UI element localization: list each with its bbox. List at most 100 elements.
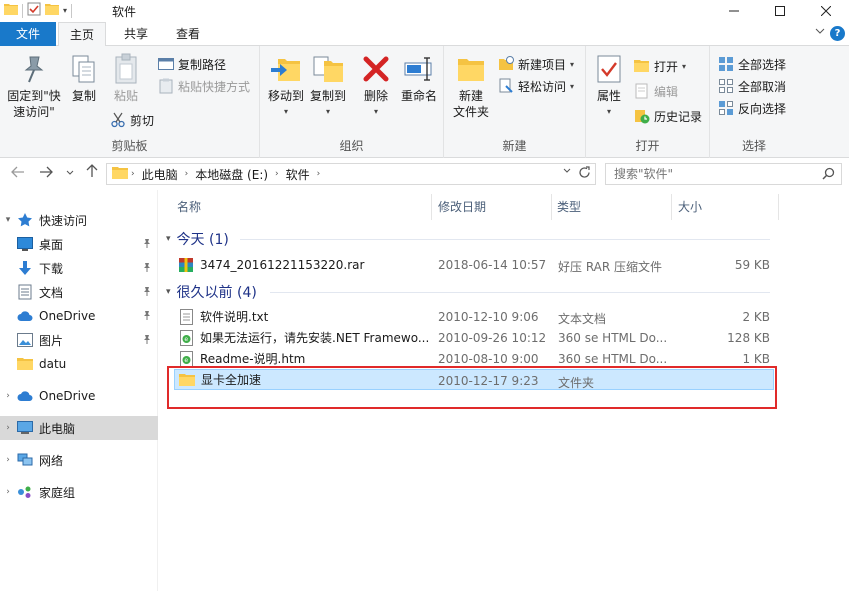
- file-size: 59 KB: [734, 258, 770, 272]
- search-input[interactable]: [606, 164, 806, 184]
- cut-button[interactable]: 剪切: [110, 110, 154, 130]
- copy-to-button[interactable]: 复制到 ▾: [308, 52, 348, 120]
- refresh-button[interactable]: [578, 166, 591, 183]
- easy-access-button[interactable]: 轻松访问 ▾: [498, 76, 574, 96]
- open-group-label: 打开: [635, 139, 660, 153]
- up-button[interactable]: [82, 164, 102, 184]
- nav-item-quick-access[interactable]: ▾ 快速访问: [0, 208, 158, 232]
- group-header-long-ago[interactable]: ▾ 很久以前 (4): [166, 282, 257, 302]
- breadcrumb-separator[interactable]: ›: [272, 169, 282, 179]
- history-button[interactable]: 历史记录: [634, 106, 702, 126]
- nav-item-downloads[interactable]: 下载: [0, 256, 158, 280]
- nav-item-datu[interactable]: datu: [0, 352, 158, 376]
- column-headers: 名称 修改日期 类型 大小: [160, 190, 849, 222]
- file-row-txt[interactable]: 软件说明.txt 2010-12-10 9:06 文本文档 2 KB: [174, 306, 774, 327]
- delete-button[interactable]: 删除 ▾: [358, 52, 394, 120]
- nav-item-network[interactable]: › 网络: [0, 448, 158, 472]
- search-box[interactable]: [605, 163, 842, 185]
- new-folder-icon[interactable]: [45, 3, 59, 18]
- breadcrumb-software[interactable]: 软件: [282, 166, 314, 183]
- open-button[interactable]: 打开 ▾: [634, 56, 686, 76]
- nav-item-desktop[interactable]: 桌面: [0, 232, 158, 256]
- edit-button[interactable]: 编辑: [634, 81, 678, 101]
- nav-item-this-pc[interactable]: › 此电脑: [0, 416, 158, 440]
- tab-share[interactable]: 共享: [114, 22, 158, 46]
- minimize-button[interactable]: [711, 0, 757, 22]
- folder-icon: [112, 166, 128, 183]
- invert-selection-button[interactable]: 反向选择: [718, 98, 786, 118]
- search-icon[interactable]: [822, 167, 835, 183]
- breadcrumb-this-pc[interactable]: 此电脑: [138, 166, 182, 183]
- file-row-rar[interactable]: 3474_20161221153220.rar 2018-06-14 10:57…: [174, 254, 774, 275]
- close-button[interactable]: [803, 0, 849, 22]
- folder-icon: [4, 3, 18, 18]
- quick-access-toolbar: ▾: [4, 2, 73, 19]
- column-divider[interactable]: [778, 194, 779, 220]
- select-none-button[interactable]: 全部取消: [718, 76, 786, 96]
- move-to-button[interactable]: 移动到 ▾: [266, 52, 306, 120]
- download-icon: [16, 260, 34, 276]
- breadcrumb-separator[interactable]: ›: [128, 169, 138, 179]
- column-size[interactable]: 大小: [678, 198, 702, 215]
- copy-path-button[interactable]: 复制路径: [158, 54, 226, 74]
- chevron-right-icon[interactable]: ›: [0, 391, 16, 401]
- group-header-today[interactable]: ▾ 今天 (1): [166, 229, 229, 249]
- nav-item-documents[interactable]: 文档: [0, 280, 158, 304]
- nav-item-onedrive-quick[interactable]: OneDrive: [0, 304, 158, 328]
- chevron-right-icon[interactable]: ›: [0, 423, 16, 433]
- select-all-button[interactable]: 全部选择: [718, 54, 786, 74]
- onedrive-cloud-icon: [16, 388, 34, 404]
- pin-icon[interactable]: [142, 238, 152, 251]
- delete-dropdown-icon: ▾: [373, 107, 378, 116]
- breadcrumb-separator[interactable]: ›: [314, 169, 324, 179]
- breadcrumb-separator[interactable]: ›: [182, 169, 192, 179]
- copy-button[interactable]: 复制: [66, 52, 102, 104]
- maximize-button[interactable]: [757, 0, 803, 22]
- nav-item-onedrive[interactable]: › OneDrive: [0, 384, 158, 408]
- nav-item-homegroup[interactable]: › 家庭组: [0, 480, 158, 504]
- qat-dropdown-icon[interactable]: ▾: [63, 6, 67, 15]
- pin-icon[interactable]: [142, 262, 152, 275]
- tab-home[interactable]: 主页: [58, 22, 106, 47]
- chevron-down-icon[interactable]: [815, 27, 825, 38]
- pin-icon[interactable]: [142, 310, 152, 323]
- paste-button[interactable]: 粘贴: [106, 52, 146, 104]
- column-divider[interactable]: [431, 194, 432, 220]
- new-folder-button[interactable]: 新建 文件夹: [450, 52, 492, 120]
- network-icon: [16, 452, 34, 468]
- properties-icon[interactable]: [27, 2, 41, 19]
- chevron-down-icon[interactable]: ▾: [0, 215, 16, 225]
- chevron-right-icon[interactable]: ›: [0, 487, 16, 497]
- file-row-html[interactable]: e 如果无法运行，请先安装.NET Framewo... 2010-09-26 …: [174, 327, 774, 348]
- new-item-button[interactable]: 新建项目 ▾: [498, 54, 574, 74]
- tab-view[interactable]: 查看: [166, 22, 210, 46]
- column-name[interactable]: 名称: [177, 198, 201, 215]
- pin-quick-access-button[interactable]: 固定到"快 速访问": [4, 52, 64, 120]
- column-divider[interactable]: [671, 194, 672, 220]
- chevron-right-icon[interactable]: ›: [0, 455, 16, 465]
- column-date[interactable]: 修改日期: [438, 198, 486, 215]
- chevron-down-icon[interactable]: ▾: [166, 287, 171, 297]
- tab-file[interactable]: 文件: [0, 22, 56, 46]
- breadcrumb-drive-e[interactable]: 本地磁盘 (E:): [191, 166, 272, 183]
- chevron-down-icon[interactable]: ▾: [166, 234, 171, 244]
- recent-locations-button[interactable]: [60, 164, 80, 184]
- back-button[interactable]: [8, 164, 28, 184]
- column-type[interactable]: 类型: [557, 198, 581, 215]
- nav-item-pictures[interactable]: 图片: [0, 328, 158, 352]
- properties-button[interactable]: 属性 ▾: [592, 52, 626, 120]
- rename-button[interactable]: 重命名: [398, 52, 440, 104]
- pin-icon[interactable]: [142, 334, 152, 347]
- group-divider: [270, 292, 770, 293]
- column-divider[interactable]: [551, 194, 552, 220]
- paste-shortcut-button[interactable]: 粘贴快捷方式: [158, 76, 250, 96]
- delete-icon: [359, 52, 393, 86]
- group-open: 属性 ▾ 打开 ▾ 编辑 历史记录 打开: [586, 46, 710, 158]
- forward-button[interactable]: [36, 164, 56, 184]
- pin-icon[interactable]: [142, 286, 152, 299]
- address-bar[interactable]: › 此电脑 › 本地磁盘 (E:) › 软件 ›: [106, 163, 596, 185]
- new-folder-icon: [454, 52, 488, 86]
- address-history-dropdown[interactable]: [563, 167, 571, 176]
- help-icon[interactable]: ?: [830, 26, 845, 41]
- file-date: 2010-09-26 10:12: [438, 331, 547, 345]
